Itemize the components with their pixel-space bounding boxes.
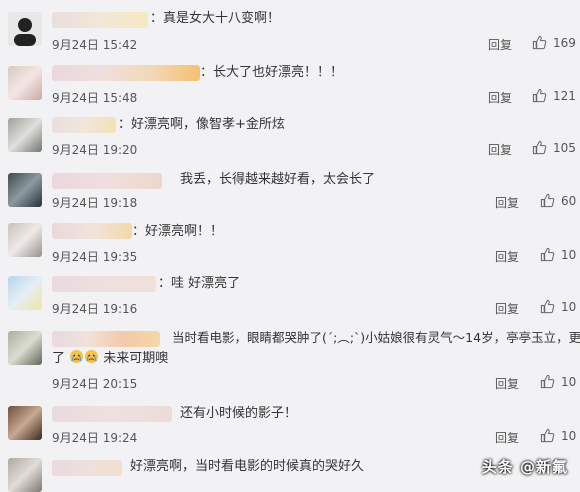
comment-date: 9月24日 19:24 — [52, 431, 138, 445]
thumbs-up-icon — [532, 140, 547, 155]
like-button[interactable]: 60 — [540, 193, 576, 208]
comment-item: ：好漂亮啊！！ 9月24日 19:35 回复 10 — [0, 211, 580, 266]
comment-date: 9月24日 19:35 — [52, 250, 138, 264]
username-blurred[interactable] — [52, 276, 156, 292]
reply-button[interactable]: 回复 — [495, 429, 519, 446]
comment-text: ：好漂亮啊！！ — [132, 224, 224, 239]
like-count: 60 — [561, 193, 577, 208]
comment-text-fragment: 了 — [52, 351, 66, 366]
comment-text: ：真是女大十八变啊！ — [150, 11, 281, 26]
like-count: 10 — [561, 428, 577, 443]
thumbs-up-icon — [540, 193, 555, 208]
like-button[interactable]: 10 — [540, 247, 576, 262]
reply-button[interactable]: 回复 — [495, 300, 519, 317]
crying-face-icon — [70, 349, 84, 364]
like-button[interactable]: 10 — [540, 428, 576, 443]
username-blurred[interactable] — [52, 460, 122, 476]
comment-item: ：长大了也好漂亮！！！ 9月24日 15:48 回复 121 — [0, 56, 580, 111]
comment-text: 还有小时候的影子！ — [180, 406, 298, 421]
reply-button[interactable]: 回复 — [488, 36, 512, 53]
username-blurred[interactable] — [52, 117, 116, 133]
reply-button[interactable]: 回复 — [495, 375, 519, 392]
comment-text: 我丢，长得越来越好看，太会长了 — [180, 172, 376, 187]
username-blurred[interactable] — [52, 65, 200, 81]
like-count: 10 — [561, 247, 577, 262]
comment-text-line2: 了 未来可期噢 — [52, 349, 168, 368]
like-button[interactable]: 105 — [532, 140, 576, 155]
reply-button[interactable]: 回复 — [488, 141, 512, 158]
thumbs-up-icon — [540, 428, 555, 443]
username-blurred[interactable] — [52, 173, 162, 189]
like-count: 169 — [553, 35, 576, 50]
like-button[interactable]: 169 — [532, 35, 576, 50]
comment-date: 9月24日 20:15 — [52, 377, 138, 391]
comment-item: 当时看电影，眼睛都哭肿了(´;︵;`)小姑娘很有灵气～14岁，亭亭玉立，更美 了… — [0, 321, 580, 396]
comment-item: ：哇 好漂亮了 9月24日 19:16 回复 10 — [0, 266, 580, 321]
like-count: 10 — [561, 299, 577, 314]
avatar[interactable] — [8, 331, 42, 365]
comment-feed: ：真是女大十八变啊！ 9月24日 15:42 回复 169 ：长大了也好漂亮！！… — [0, 0, 580, 492]
like-button[interactable]: 121 — [532, 88, 576, 103]
comment-text: 好漂亮啊，当时看电影的时候真的哭好久 — [130, 459, 365, 474]
like-count: 121 — [553, 88, 576, 103]
avatar[interactable] — [8, 276, 42, 310]
avatar[interactable] — [8, 406, 42, 440]
comment-date: 9月24日 15:42 — [52, 38, 138, 52]
like-count: 10 — [561, 374, 577, 389]
thumbs-up-icon — [540, 247, 555, 262]
thumbs-up-icon — [540, 374, 555, 389]
comment-date: 9月24日 19:16 — [52, 302, 138, 316]
comment-item: 还有小时候的影子！ 9月24日 19:24 回复 10 — [0, 396, 580, 448]
comment-item: 我丢，长得越来越好看，太会长了 9月24日 19:18 回复 60 — [0, 161, 580, 211]
like-button[interactable]: 10 — [540, 374, 576, 389]
like-button[interactable]: 10 — [540, 299, 576, 314]
comment-item: ：好漂亮啊，像智孝+金所炫 9月24日 19:20 回复 105 — [0, 111, 580, 161]
reply-button[interactable]: 回复 — [495, 194, 519, 211]
like-count: 105 — [553, 140, 576, 155]
thumbs-up-icon — [532, 88, 547, 103]
thumbs-up-icon — [540, 299, 555, 314]
crying-face-icon — [85, 349, 99, 364]
reply-button[interactable]: 回复 — [495, 248, 519, 265]
comment-text: ：哇 好漂亮了 — [158, 276, 241, 291]
watermark: 头条 @新氟 — [481, 458, 568, 476]
comment-item: ：真是女大十八变啊！ 9月24日 15:42 回复 169 — [0, 0, 580, 56]
username-blurred[interactable] — [52, 406, 172, 422]
avatar[interactable] — [8, 12, 42, 46]
comment-text: ：长大了也好漂亮！！！ — [200, 65, 344, 80]
username-blurred[interactable] — [52, 12, 148, 28]
avatar[interactable] — [8, 173, 42, 207]
comment-date: 9月24日 19:18 — [52, 196, 138, 210]
comment-date: 9月24日 15:48 — [52, 91, 138, 105]
avatar[interactable] — [8, 66, 42, 100]
avatar[interactable] — [8, 458, 42, 492]
avatar[interactable] — [8, 118, 42, 152]
comment-text: ：好漂亮啊，像智孝+金所炫 — [118, 117, 285, 132]
username-blurred[interactable] — [52, 223, 132, 239]
reply-button[interactable]: 回复 — [488, 89, 512, 106]
thumbs-up-icon — [532, 35, 547, 50]
comment-text-fragment: 未来可期噢 — [103, 351, 169, 366]
comment-text-line1: 当时看电影，眼睛都哭肿了(´;︵;`)小姑娘很有灵气～14岁，亭亭玉立，更美 — [172, 330, 580, 345]
username-blurred[interactable] — [52, 331, 160, 347]
avatar[interactable] — [8, 223, 42, 257]
comment-date: 9月24日 19:20 — [52, 143, 138, 157]
